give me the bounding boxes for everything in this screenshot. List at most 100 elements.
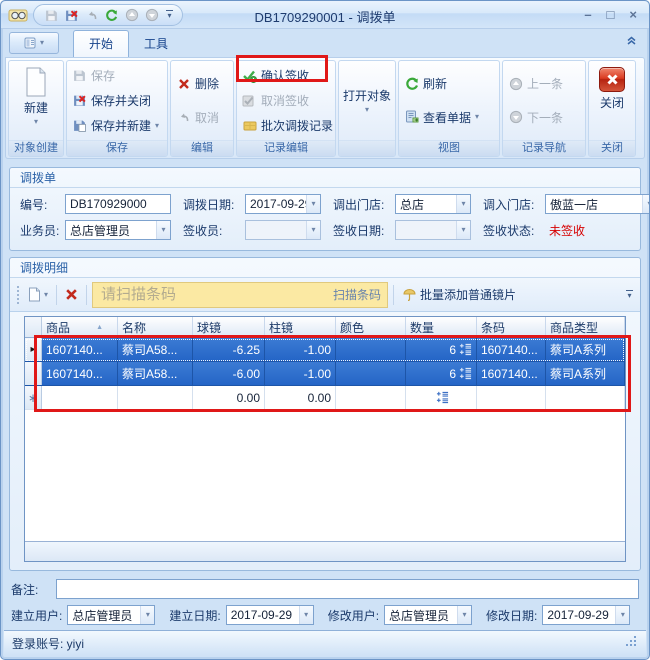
cell-sphere[interactable]: 0.00	[193, 386, 265, 409]
created-user-label: 建立用户:	[11, 607, 67, 624]
modified-user-dropdown[interactable]: 总店管理员	[384, 605, 472, 625]
cell-quantity[interactable]: 6	[406, 338, 477, 361]
close-x-icon	[599, 67, 625, 92]
open-object-button[interactable]: 打开对象	[343, 87, 391, 114]
collapse-ribbon-icon[interactable]	[626, 35, 637, 49]
save-and-close-button[interactable]: 保存并关闭	[69, 89, 165, 112]
app-window: DB1709290001 - 调拨单 – □ × 开始 工具 新建	[0, 0, 650, 660]
barcode-scan-input[interactable]	[101, 286, 327, 303]
close-button[interactable]: 关闭	[599, 62, 625, 111]
group-label: 记录编辑	[237, 140, 335, 156]
from-store-dropdown[interactable]: 总店	[395, 194, 471, 214]
order-number-label: 编号:	[20, 196, 65, 213]
cell-color[interactable]	[336, 362, 406, 385]
previous-record-button[interactable]: 上一条	[505, 72, 583, 95]
chevron-down-icon	[40, 39, 44, 47]
cell-cylinder[interactable]: -1.00	[265, 338, 336, 361]
scan-barcode-button[interactable]: 扫描条码	[327, 286, 381, 303]
cell-product[interactable]: 1607140...	[42, 362, 118, 385]
save-and-new-icon	[72, 118, 87, 133]
tab-tools[interactable]: 工具	[129, 31, 183, 57]
column-header-quantity[interactable]: 数量	[406, 317, 477, 338]
cell-name[interactable]: 蔡司A58...	[118, 338, 193, 361]
column-header-cylinder[interactable]: 柱镜	[265, 317, 336, 338]
cell-product-type[interactable]: 蔡司A系列	[546, 362, 625, 385]
close-window-button[interactable]: ×	[629, 7, 637, 22]
order-section: 调拨单 编号: DB170929000 调拨日期: 2017-09-29 调出门…	[9, 167, 641, 251]
application-menu-button[interactable]	[9, 32, 59, 54]
delete-x-icon	[65, 288, 78, 301]
check-plus-icon	[242, 68, 257, 83]
column-header-color[interactable]: 颜色	[336, 317, 406, 338]
refresh-button[interactable]: 刷新	[401, 72, 497, 95]
table-row[interactable]: ▸ 1607140... 蔡司A58... -6.25 -1.00 6 1607…	[25, 338, 625, 362]
cell-barcode[interactable]	[477, 386, 546, 409]
cell-barcode[interactable]: 1607140...	[477, 362, 546, 385]
view-document-button[interactable]: 查看单据	[401, 106, 497, 129]
receipt-date-dropdown[interactable]	[395, 220, 471, 240]
cancel-receipt-button[interactable]: 取消签收	[239, 89, 333, 112]
cell-barcode[interactable]: 1607140...	[477, 338, 546, 361]
cell-sphere[interactable]: -6.25	[193, 338, 265, 361]
salesperson-dropdown[interactable]: 总店管理员	[65, 220, 171, 240]
created-date-dropdown[interactable]: 2017-09-29	[226, 605, 314, 625]
column-header-name[interactable]: 名称	[118, 317, 193, 338]
table-new-row[interactable]: ∗ 0.00 0.00	[25, 386, 625, 410]
remark-input[interactable]	[56, 579, 639, 599]
cell-product[interactable]: 1607140...	[42, 338, 118, 361]
maximize-button[interactable]: □	[607, 7, 615, 22]
transfer-date-dropdown[interactable]: 2017-09-29	[245, 194, 321, 214]
to-store-dropdown[interactable]: 傲蓝一店	[545, 194, 650, 214]
cell-sphere[interactable]: -6.00	[193, 362, 265, 385]
chevron-down-icon	[156, 221, 170, 239]
chevron-down-icon	[457, 606, 471, 624]
cell-cylinder[interactable]: -1.00	[265, 362, 336, 385]
minimize-button[interactable]: –	[584, 7, 591, 22]
cancel-button[interactable]: 取消	[173, 106, 231, 129]
detail-section: 调拨明细 扫描条码 批量添加普通镜片	[9, 257, 641, 571]
chevron-down-icon	[155, 122, 159, 130]
column-header-product[interactable]: 商品	[42, 317, 118, 338]
to-store-label: 调入门店:	[483, 196, 545, 213]
cell-quantity[interactable]: 6	[406, 362, 477, 385]
cell-quantity[interactable]	[406, 386, 477, 409]
order-number-field[interactable]: DB170929000	[65, 194, 171, 214]
column-header-product-type[interactable]: 商品类型	[546, 317, 625, 338]
cell-product[interactable]	[42, 386, 118, 409]
delete-x-icon	[176, 76, 191, 91]
column-header-barcode[interactable]: 条码	[477, 317, 546, 338]
batch-add-lens-button[interactable]: 批量添加普通镜片	[399, 284, 519, 305]
delete-row-button[interactable]	[62, 286, 81, 303]
new-button[interactable]: 新建	[24, 62, 48, 126]
ribbon-group-open-object: 打开对象	[338, 60, 396, 157]
app-menu-icon	[24, 37, 36, 49]
save-button[interactable]: 保存	[69, 64, 165, 87]
toolbar-overflow-icon[interactable]	[626, 290, 633, 300]
save-and-new-button[interactable]: 保存并新建	[69, 114, 165, 137]
group-label	[339, 140, 395, 156]
tab-start[interactable]: 开始	[73, 30, 129, 57]
cell-name[interactable]: 蔡司A58...	[118, 362, 193, 385]
chevron-down-icon	[140, 606, 154, 624]
detail-toolbar: 扫描条码 批量添加普通镜片	[10, 278, 640, 312]
column-header-sphere[interactable]: 球镜	[193, 317, 265, 338]
cell-product-type[interactable]	[546, 386, 625, 409]
resize-grip-icon[interactable]	[626, 636, 638, 651]
confirm-receipt-button[interactable]: 确认签收	[239, 64, 333, 87]
add-row-button[interactable]	[25, 285, 51, 304]
created-user-dropdown[interactable]: 总店管理员	[67, 605, 155, 625]
sort-asc-icon	[96, 324, 113, 331]
table-row[interactable]: 1607140... 蔡司A58... -6.00 -1.00 6 160714…	[25, 362, 625, 386]
cell-name[interactable]	[118, 386, 193, 409]
next-record-button[interactable]: 下一条	[505, 106, 583, 129]
cell-color[interactable]	[336, 338, 406, 361]
check-gray-icon	[242, 93, 257, 108]
delete-button[interactable]: 删除	[173, 72, 231, 95]
cell-color[interactable]	[336, 386, 406, 409]
batch-transfer-record-button[interactable]: 批次调拨记录	[239, 114, 333, 137]
cell-product-type[interactable]: 蔡司A系列	[546, 338, 625, 361]
group-label: 记录导航	[503, 140, 585, 156]
modified-date-dropdown[interactable]: 2017-09-29	[542, 605, 630, 625]
cell-cylinder[interactable]: 0.00	[265, 386, 336, 409]
receiver-dropdown[interactable]	[245, 220, 321, 240]
